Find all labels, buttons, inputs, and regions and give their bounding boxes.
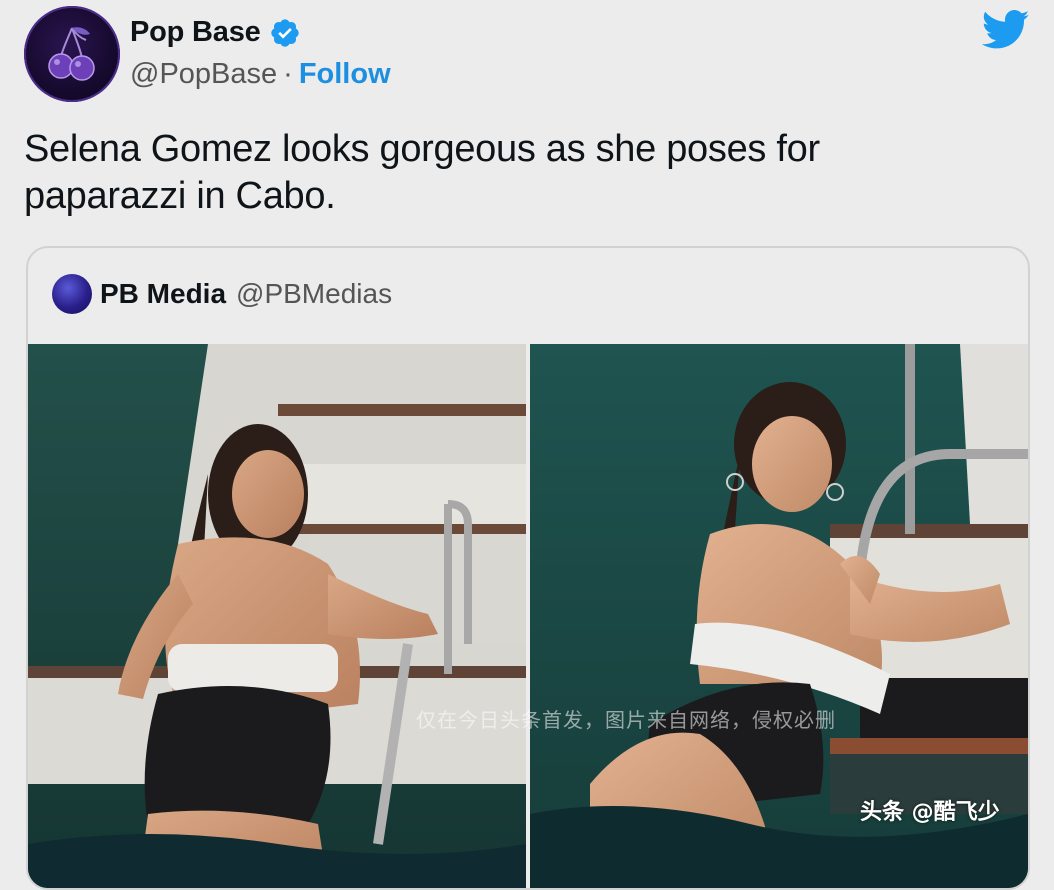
separator-dot: · [283, 58, 293, 90]
quoted-tweet-header: PB Media @PBMedias [52, 274, 392, 314]
verified-badge-icon [270, 18, 299, 47]
twitter-bird-icon[interactable] [982, 10, 1030, 50]
photo-left[interactable] [28, 344, 526, 888]
quoted-author-handle[interactable]: @PBMedias [236, 278, 392, 310]
watermark-text: 仅在今日头条首发，图片来自网络，侵权必删 [416, 708, 836, 732]
tweet-text: Selena Gomez looks gorgeous as she poses… [24, 128, 820, 217]
follow-button[interactable]: Follow [299, 58, 391, 90]
cherries-icon [48, 27, 95, 81]
author-handle-row: @PopBase · Follow [130, 58, 391, 91]
quoted-author-name[interactable]: PB Media [100, 278, 226, 310]
author-avatar[interactable] [24, 6, 120, 102]
author-display-name[interactable]: Pop Base [130, 16, 261, 49]
tweet-header: Pop Base @PopBase · Follow [24, 6, 1030, 106]
source-tag: 头条 @酷飞少 [860, 800, 1000, 825]
author-name-row: Pop Base [130, 16, 301, 49]
author-handle[interactable]: @PopBase [130, 58, 277, 90]
quoted-author-avatar[interactable] [52, 274, 92, 314]
